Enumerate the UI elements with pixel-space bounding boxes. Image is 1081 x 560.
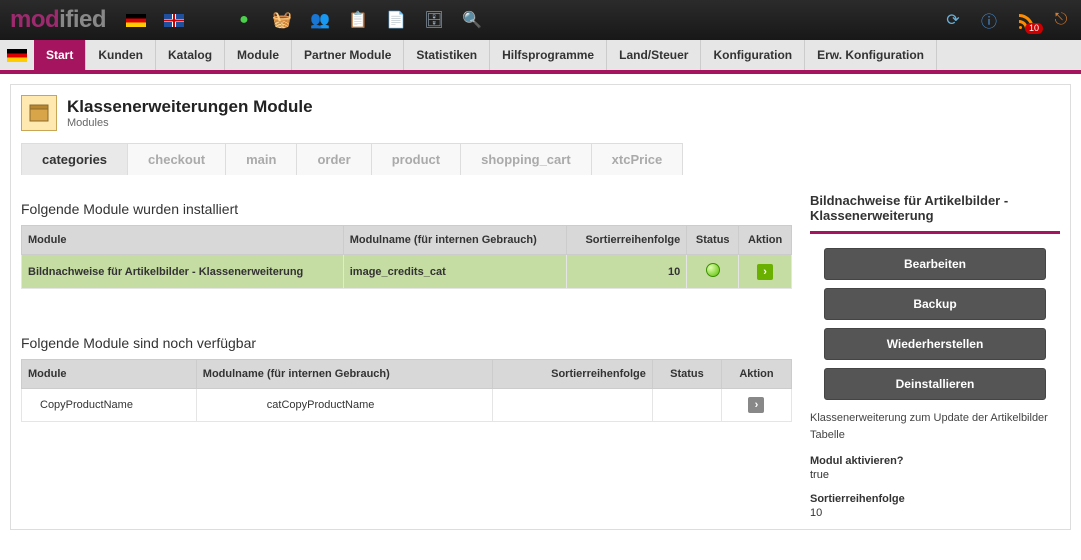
nav-katalog[interactable]: Katalog (156, 40, 225, 70)
row-action-button[interactable]: › (757, 264, 773, 280)
tab-categories[interactable]: categories (21, 143, 128, 175)
flag-de-icon[interactable] (126, 14, 146, 27)
side-activate-value: true (810, 469, 1060, 481)
page-box: Klassenerweiterungen Module Modules cate… (10, 84, 1071, 530)
edit-button[interactable]: Bearbeiten (824, 248, 1046, 280)
tab-order[interactable]: order (296, 143, 371, 175)
cell-status (687, 255, 739, 289)
table-row[interactable]: CopyProductName catCopyProductName › (22, 389, 792, 422)
col-action: Aktion (739, 226, 792, 255)
side-sort-label: Sortierreihenfolge (810, 493, 1060, 505)
globe-icon[interactable]: ● (234, 10, 254, 30)
rss-badge: 10 (1025, 23, 1043, 34)
col-sort: Sortierreihenfolge (493, 360, 653, 389)
page-title: Klassenerweiterungen Module (67, 97, 313, 117)
nav-partner-module[interactable]: Partner Module (292, 40, 404, 70)
copy-icon[interactable]: 📄 (386, 10, 406, 30)
top-icons: ● 🧺 👥 📋 📄 🗄 🔍 (126, 10, 482, 30)
page-area: Klassenerweiterungen Module Modules cate… (0, 74, 1081, 540)
subtabs: categories checkout main order product s… (21, 143, 1060, 175)
available-table: Module Modulname (für internen Gebrauch)… (21, 359, 792, 422)
logo: modified (10, 6, 106, 34)
uninstall-button[interactable]: Deinstallieren (824, 368, 1046, 400)
side-activate-label: Modul aktivieren? (810, 455, 1060, 467)
backup-button[interactable]: Backup (824, 288, 1046, 320)
col-name: Modulname (für internen Gebrauch) (343, 226, 566, 255)
side-sort-value: 10 (810, 507, 1060, 519)
module-box-icon (21, 95, 57, 131)
clipboard-icon[interactable]: 📋 (348, 10, 368, 30)
side-title: Bildnachweise für Artikelbilder - Klasse… (810, 193, 1060, 234)
col-status: Status (652, 360, 721, 389)
cell-sort (493, 389, 653, 422)
flag-uk-icon[interactable] (164, 14, 184, 27)
tab-main[interactable]: main (225, 143, 297, 175)
side-panel: Bildnachweise für Artikelbilder - Klasse… (810, 193, 1060, 519)
cell-action: › (739, 255, 792, 289)
cell-sort: 10 (566, 255, 686, 289)
section-available-title: Folgende Module sind noch verfügbar (21, 335, 792, 351)
content-wrap: Folgende Module wurden installiert Modul… (21, 193, 1060, 519)
search-icon[interactable]: 🔍 (462, 10, 482, 30)
col-status: Status (687, 226, 739, 255)
nav-erw-konfiguration[interactable]: Erw. Konfiguration (805, 40, 937, 70)
cell-module: CopyProductName (22, 389, 197, 422)
page-subtitle: Modules (67, 117, 313, 129)
section-installed-title: Folgende Module wurden installiert (21, 201, 792, 217)
col-name: Modulname (für internen Gebrauch) (196, 360, 492, 389)
side-description: Klassenerweiterung zum Update der Artike… (810, 410, 1060, 443)
nav-konfiguration[interactable]: Konfiguration (701, 40, 805, 70)
top-right-icons: ⟳ ⓘ 10 ⎋ (943, 10, 1071, 30)
cell-name: image_credits_cat (343, 255, 566, 289)
cell-status (652, 389, 721, 422)
col-module: Module (22, 360, 197, 389)
status-ok-icon (706, 263, 720, 277)
page-header: Klassenerweiterungen Module Modules (21, 95, 1060, 131)
nav-kunden[interactable]: Kunden (86, 40, 156, 70)
tab-product[interactable]: product (371, 143, 461, 175)
nav-start[interactable]: Start (34, 40, 86, 70)
tab-checkout[interactable]: checkout (127, 143, 226, 175)
cell-action: › (721, 389, 791, 422)
cell-module: Bildnachweise für Artikelbilder - Klasse… (22, 255, 344, 289)
tab-xtcprice[interactable]: xtcPrice (591, 143, 684, 175)
refresh-icon[interactable]: ⟳ (943, 10, 963, 30)
topbar: modified ● 🧺 👥 📋 📄 🗄 🔍 ⟳ ⓘ 10 ⎋ (0, 0, 1081, 40)
table-row[interactable]: Bildnachweise für Artikelbilder - Klasse… (22, 255, 792, 289)
main-nav: Start Kunden Katalog Module Partner Modu… (0, 40, 1081, 74)
nav-hilfsprogramme[interactable]: Hilfsprogramme (490, 40, 607, 70)
cart-icon[interactable]: 🧺 (272, 10, 292, 30)
users-icon[interactable]: 👥 (310, 10, 330, 30)
nav-module[interactable]: Module (225, 40, 292, 70)
col-sort: Sortierreihenfolge (566, 226, 686, 255)
info-icon[interactable]: ⓘ (979, 10, 999, 30)
installed-table: Module Modulname (für internen Gebrauch)… (21, 225, 792, 289)
exit-icon[interactable]: ⎋ (1051, 10, 1071, 30)
database-icon[interactable]: 🗄 (424, 10, 444, 30)
rss-icon[interactable]: 10 (1015, 10, 1035, 30)
col-action: Aktion (721, 360, 791, 389)
nav-flag-de-icon[interactable] (6, 48, 28, 63)
main-column: Folgende Module wurden installiert Modul… (21, 193, 792, 519)
row-action-button[interactable]: › (748, 397, 764, 413)
tab-shopping-cart[interactable]: shopping_cart (460, 143, 592, 175)
restore-button[interactable]: Wiederherstellen (824, 328, 1046, 360)
nav-land-steuer[interactable]: Land/Steuer (607, 40, 701, 70)
nav-statistiken[interactable]: Statistiken (404, 40, 490, 70)
cell-name: catCopyProductName (196, 389, 492, 422)
col-module: Module (22, 226, 344, 255)
